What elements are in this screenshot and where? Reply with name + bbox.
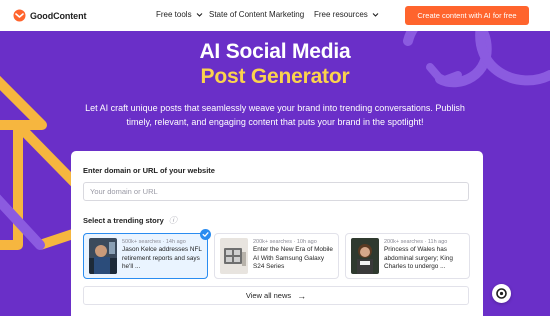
generator-form-card: Enter domain or URL of your website Sele… [71,151,483,316]
top-nav: GoodContent Free tools State of Content … [0,0,550,31]
trending-story-label-text: Select a trending story [83,216,164,225]
view-all-news-label: View all news [245,291,292,300]
chevron-down-icon [372,13,379,17]
create-content-cta-button[interactable]: Create content with AI for free [405,6,529,25]
story-meta: 200k+ searches · 11h ago [384,239,448,245]
selected-check-icon [200,229,211,240]
logo-text: GoodContent [30,10,87,21]
nav-state-label: State of Content Marketing [209,10,305,19]
nav-state-of-content-marketing[interactable]: State of Content Marketing [209,10,304,19]
story-thumbnail [220,238,248,274]
hero-title-line2: Post Generator [200,65,350,88]
hero-title-line1: AI Social Media [199,40,351,63]
goodcontent-logo-icon [13,9,26,22]
nav-free-tools-label: Free tools [156,10,192,19]
story-thumbnail [89,238,117,274]
chevron-down-icon [196,13,202,17]
hero-subtitle: Let AI craft unique posts that seamlessl… [85,103,465,127]
nav-free-tools[interactable]: Free tools [156,10,203,19]
logo[interactable]: GoodContent [13,9,86,22]
arrow-right-icon: → [297,290,307,301]
story-title: Jason Kelce addresses NFL retirement rep… [122,246,202,271]
domain-field-label: Enter domain or URL of your website [83,166,215,175]
trending-story-card[interactable]: 500k+ searches · 14h ago Jason Kelce add… [83,229,211,279]
trending-story-card[interactable]: 200k+ searches · 10h ago Enter the New E… [214,233,339,279]
view-all-news-button[interactable]: View all news → [83,286,469,305]
story-title: Princess of Wales has abdominal surgery;… [384,246,453,271]
nav-free-resources-label: Free resources [314,10,368,19]
nav-free-resources[interactable]: Free resources [314,10,379,19]
story-meta: 200k+ searches · 10h ago [253,239,317,245]
domain-url-input[interactable] [83,182,469,201]
story-meta: 500k+ searches · 14h ago [122,239,186,245]
trending-story-label: Select a trending story ⓘ [83,215,177,226]
chat-support-button[interactable] [492,284,511,303]
info-icon[interactable]: ⓘ [169,215,177,226]
trending-story-card[interactable]: 200k+ searches · 11h ago Princess of Wal… [345,233,470,279]
chat-support-icon [496,288,507,299]
story-title: Enter the New Era of Mobile AI With Sams… [253,246,333,271]
story-thumbnail [351,238,379,274]
